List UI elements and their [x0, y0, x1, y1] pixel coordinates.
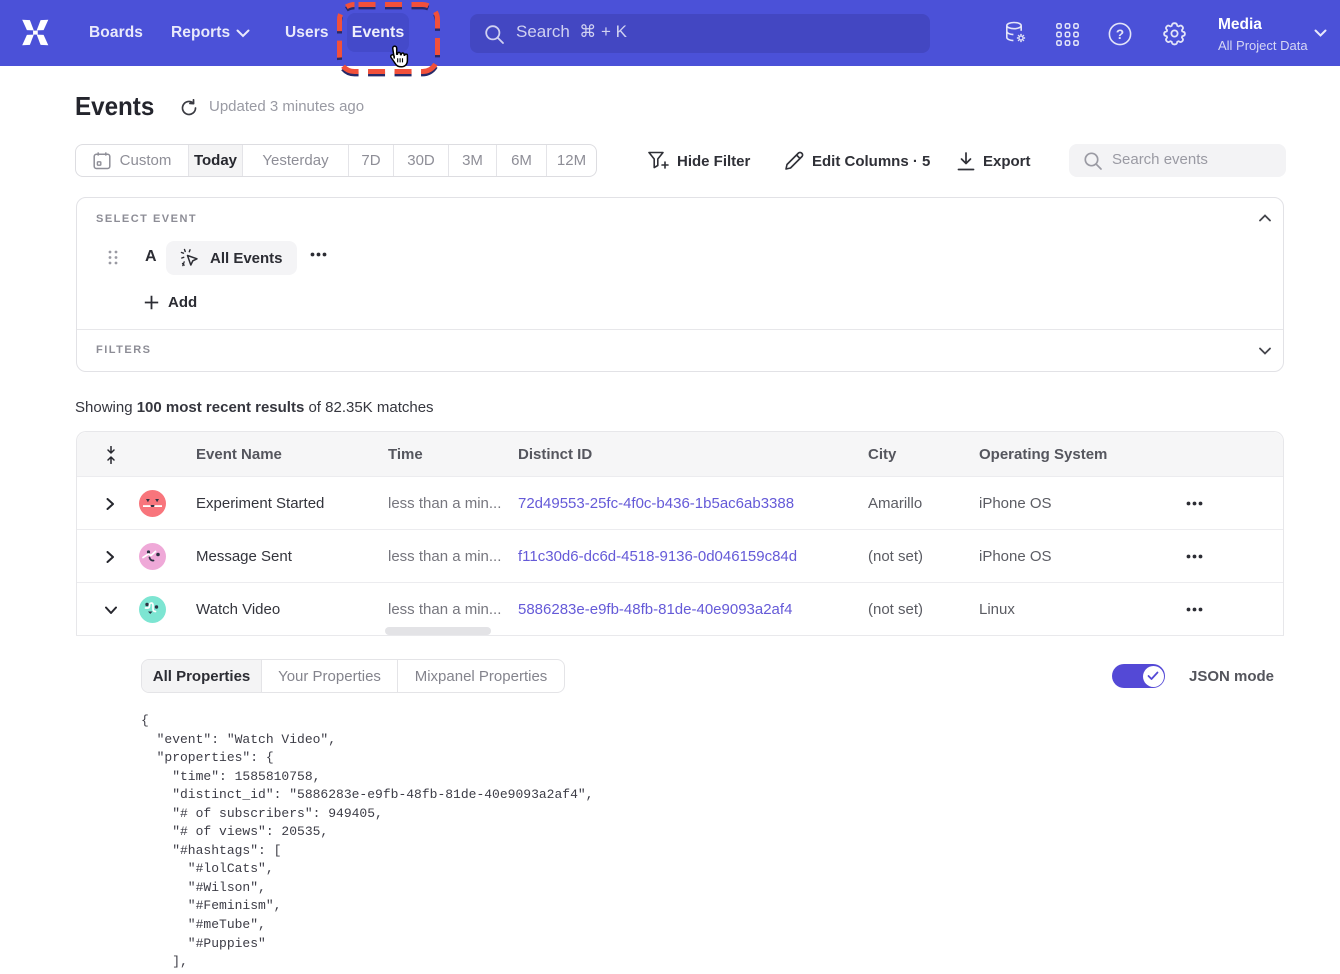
svg-text:?: ?	[1116, 27, 1124, 42]
